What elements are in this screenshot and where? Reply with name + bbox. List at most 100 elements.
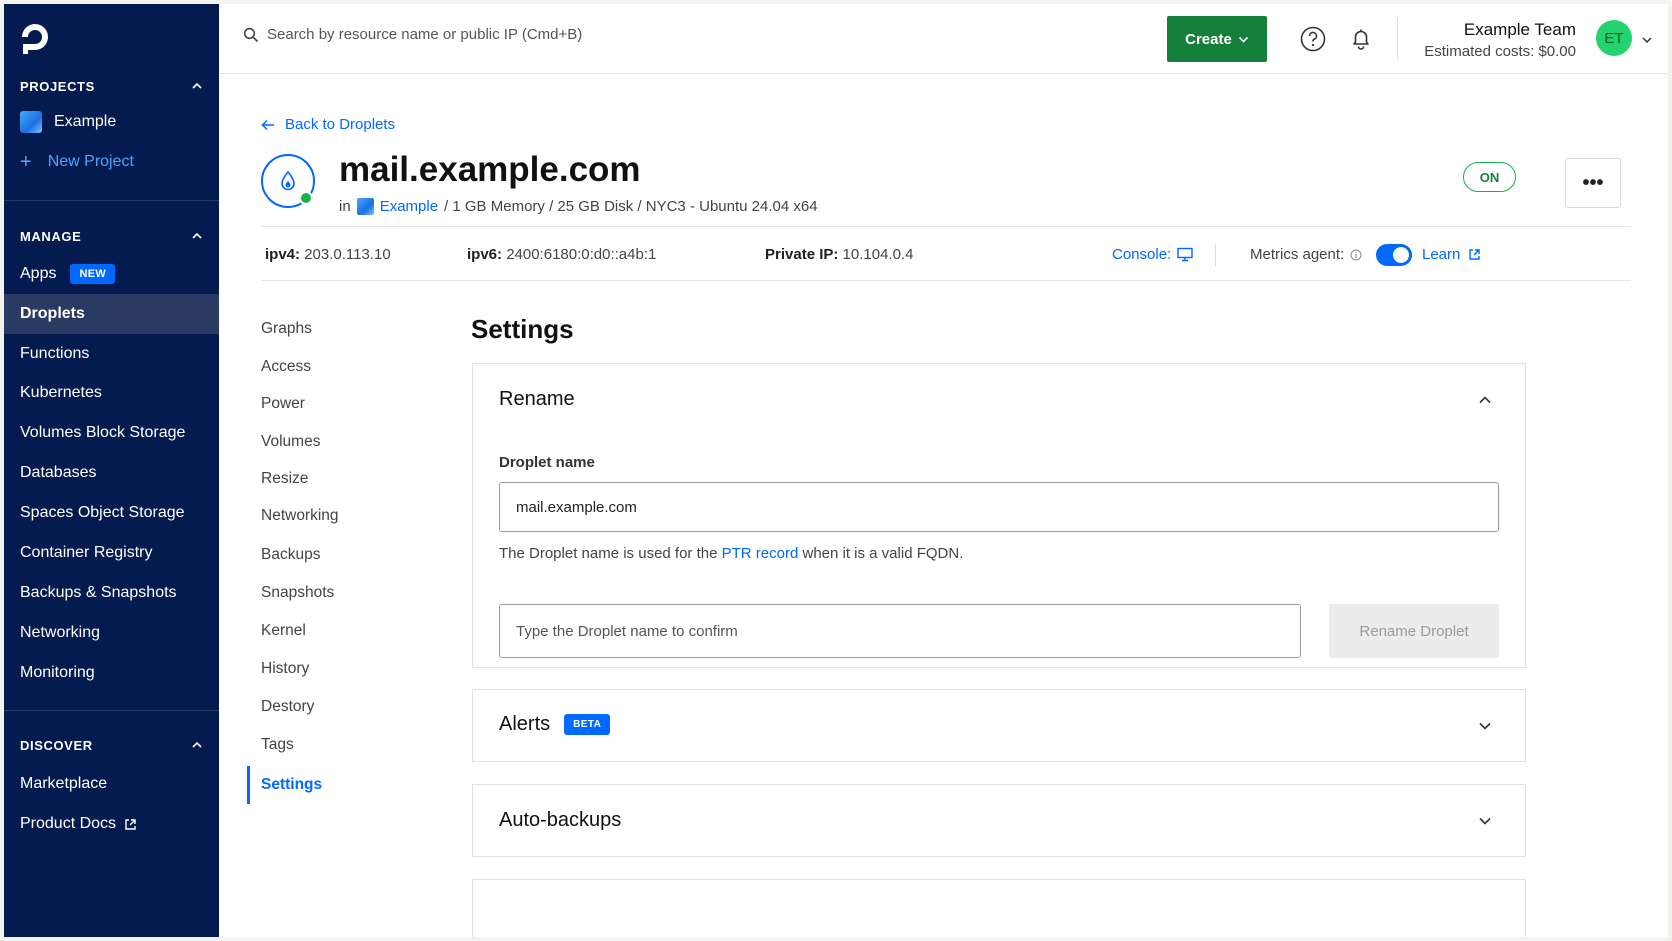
alerts-card[interactable]: Alerts BETA <box>472 689 1526 762</box>
learn-link[interactable]: Learn <box>1422 246 1481 263</box>
manage-heading[interactable]: MANAGE <box>4 223 219 249</box>
sidebar-item-product-docs[interactable]: Product Docs <box>4 804 219 844</box>
ipv4-info: ipv4: 203.0.113.10 <box>265 246 391 263</box>
app-frame: PROJECTS Example + New Project MANAGE Ap… <box>4 4 1668 937</box>
subnav-access[interactable]: Access <box>261 358 311 376</box>
discover-heading[interactable]: DISCOVER <box>4 732 219 758</box>
rename-card-header[interactable]: Rename <box>499 388 575 411</box>
sidebar-item-networking[interactable]: Networking <box>4 613 219 653</box>
sidebar-item-container-registry[interactable]: Container Registry <box>4 533 219 573</box>
subnav-power[interactable]: Power <box>261 395 305 413</box>
droplet-name-input[interactable] <box>499 482 1499 532</box>
sidebar-item-spaces[interactable]: Spaces Object Storage <box>4 493 219 533</box>
ipv4-value[interactable]: 203.0.113.10 <box>304 246 390 263</box>
metrics-agent: Metrics agent: <box>1250 246 1362 263</box>
sidebar-item-backups-snapshots[interactable]: Backups & Snapshots <box>4 573 219 613</box>
project-link[interactable]: Example <box>380 198 438 215</box>
notification-bell-icon[interactable] <box>1347 25 1375 53</box>
new-project-link[interactable]: + New Project <box>4 142 219 182</box>
sidebar-item-marketplace[interactable]: Marketplace <box>4 764 219 804</box>
sidebar-divider <box>4 710 219 711</box>
subnav-resize[interactable]: Resize <box>261 470 308 488</box>
subnav-destroy[interactable]: Destory <box>261 698 314 716</box>
chevron-up-icon[interactable] <box>1477 392 1493 408</box>
sidebar-item-monitoring[interactable]: Monitoring <box>4 653 219 693</box>
sidebar: PROJECTS Example + New Project MANAGE Ap… <box>4 4 219 937</box>
private-ip-info: Private IP: 10.104.0.4 <box>765 246 914 263</box>
droplet-subline: in Example / 1 GB Memory / 25 GB Disk / … <box>339 198 818 215</box>
next-settings-card[interactable] <box>472 879 1526 937</box>
beta-badge: BETA <box>564 714 611 735</box>
water-drop-icon <box>281 170 295 191</box>
metrics-agent-toggle[interactable] <box>1376 244 1412 266</box>
chevron-down-icon[interactable] <box>1477 718 1493 734</box>
sidebar-item-kubernetes[interactable]: Kubernetes <box>4 373 219 413</box>
info-icon[interactable] <box>1350 249 1362 261</box>
settings-heading: Settings <box>471 314 574 344</box>
rename-card: Rename Droplet name The Droplet name is … <box>472 363 1526 668</box>
divider <box>261 226 1631 227</box>
project-icon <box>356 198 374 215</box>
status-dot <box>299 191 313 205</box>
sidebar-project-example[interactable]: Example <box>4 102 219 142</box>
projects-heading[interactable]: PROJECTS <box>4 73 219 99</box>
power-status-badge[interactable]: ON <box>1463 162 1516 192</box>
back-to-droplets-link[interactable]: Back to Droplets <box>261 116 395 133</box>
rename-droplet-button[interactable]: Rename Droplet <box>1329 604 1499 658</box>
search-icon <box>243 27 259 42</box>
sidebar-item-droplets[interactable]: Droplets <box>4 294 219 334</box>
help-icon[interactable] <box>1299 25 1327 53</box>
digitalocean-logo-icon[interactable] <box>18 20 52 54</box>
main-content: Back to Droplets mail.example.com in Exa… <box>219 74 1668 937</box>
droplet-specs: / 1 GB Memory / 25 GB Disk / NYC3 - Ubun… <box>444 198 818 215</box>
ipv6-info: ipv6: 2400:6180:0:d0::a4b:1 <box>467 246 657 263</box>
sidebar-item-databases[interactable]: Databases <box>4 453 219 493</box>
subnav-settings[interactable]: Settings <box>261 776 322 794</box>
confirm-name-input[interactable] <box>499 604 1301 658</box>
subnav-graphs[interactable]: Graphs <box>261 320 312 338</box>
ipv6-value[interactable]: 2400:6180:0:d0::a4b:1 <box>506 246 656 263</box>
sidebar-item-apps[interactable]: Apps NEW <box>4 254 219 294</box>
subnav-networking[interactable]: Networking <box>261 507 339 525</box>
subnav-kernel[interactable]: Kernel <box>261 622 306 640</box>
private-ip-value[interactable]: 10.104.0.4 <box>843 246 914 263</box>
subnav-backups[interactable]: Backups <box>261 546 320 564</box>
external-link-icon <box>125 818 136 830</box>
more-options-button[interactable]: ••• <box>1565 158 1621 208</box>
monitor-icon <box>1177 247 1193 262</box>
chevron-down-icon[interactable] <box>1477 813 1493 829</box>
chevron-up-icon <box>192 232 202 239</box>
subnav-active-indicator <box>247 766 250 804</box>
topbar-divider <box>1397 18 1398 60</box>
auto-backups-card-header[interactable]: Auto-backups <box>499 809 621 832</box>
chevron-down-icon <box>1238 36 1248 43</box>
project-icon <box>20 111 42 133</box>
sidebar-item-volumes[interactable]: Volumes Block Storage <box>4 413 219 453</box>
subnav-volumes[interactable]: Volumes <box>261 433 320 451</box>
droplet-name-help: The Droplet name is used for the PTR rec… <box>499 545 964 562</box>
external-link-icon <box>1469 249 1481 260</box>
create-button[interactable]: Create <box>1167 16 1267 62</box>
team-info[interactable]: Example Team Estimated costs: $0.00 <box>1424 20 1576 60</box>
new-badge: NEW <box>70 264 116 284</box>
chevron-down-icon[interactable] <box>1641 34 1653 46</box>
droplet-name-label: Droplet name <box>499 454 595 471</box>
subnav-history[interactable]: History <box>261 660 309 678</box>
sidebar-item-functions[interactable]: Functions <box>4 334 219 374</box>
top-bar: Create Example Team Estimated costs: $0.… <box>219 4 1668 74</box>
sidebar-divider <box>4 200 219 201</box>
subnav-tags[interactable]: Tags <box>261 736 294 754</box>
avatar[interactable]: ET <box>1596 20 1632 56</box>
search-input[interactable] <box>267 26 787 43</box>
divider <box>261 280 1631 281</box>
estimated-costs: Estimated costs: $0.00 <box>1424 43 1576 60</box>
plus-icon: + <box>20 151 32 173</box>
console-link[interactable]: Console: <box>1112 246 1193 263</box>
auto-backups-card[interactable]: Auto-backups <box>472 784 1526 857</box>
divider <box>1215 244 1216 266</box>
ptr-record-link[interactable]: PTR record <box>722 545 799 562</box>
chevron-up-icon <box>192 741 202 748</box>
arrow-left-icon <box>261 119 274 130</box>
subnav-snapshots[interactable]: Snapshots <box>261 584 334 602</box>
alerts-card-header[interactable]: Alerts BETA <box>499 713 611 736</box>
